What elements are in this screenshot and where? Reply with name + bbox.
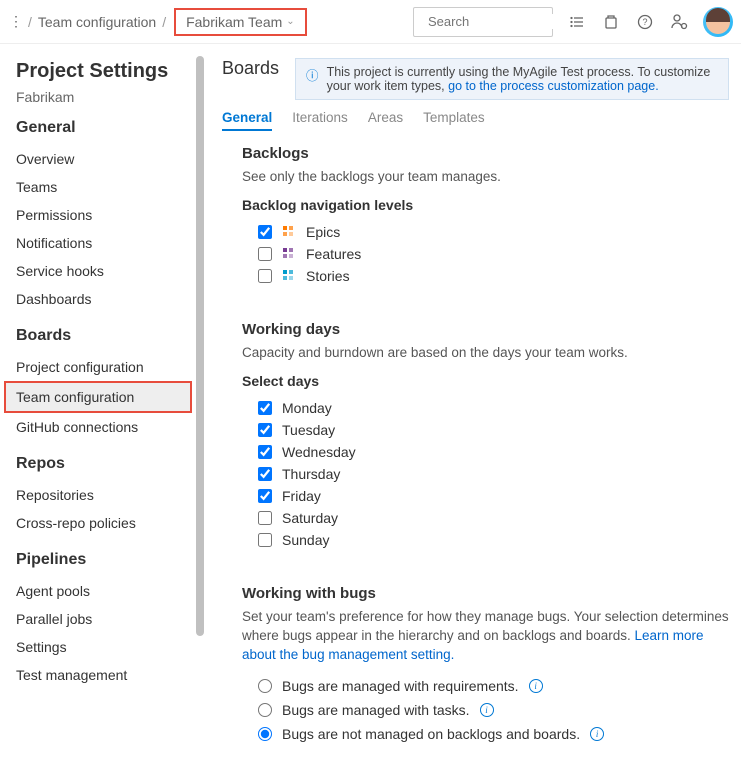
backlog-level-checkbox[interactable] [258,247,272,261]
bug-option-label: Bugs are not managed on backlogs and boa… [282,726,580,742]
nav-dashboards[interactable]: Dashboards [16,285,200,313]
day-label: Monday [282,400,332,416]
bug-option-row: Bugs are not managed on backlogs and boa… [242,722,729,746]
section-boards-head: Boards [16,327,200,345]
nav-project-config[interactable]: Project configuration [16,353,200,381]
info-icon: ⓘ [306,65,319,93]
search-box[interactable] [413,7,553,37]
day-row: Wednesday [242,441,729,463]
day-row: Sunday [242,529,729,551]
backlog-level-row: Epics [242,221,729,243]
day-label: Friday [282,488,321,504]
backlogs-title: Backlogs [242,145,729,162]
bug-option-row: Bugs are managed with requirements. i [242,674,729,698]
day-row: Monday [242,397,729,419]
team-selector-label: Fabrikam Team [186,14,282,30]
bug-option-radio[interactable] [258,679,272,693]
bug-option-row: Bugs are managed with tasks. i [242,698,729,722]
main-content: Boards ⓘ This project is currently using… [204,44,741,783]
section-pipelines-head: Pipelines [16,551,200,569]
page-title: Boards [222,58,279,79]
marketplace-icon[interactable] [601,12,621,32]
backlog-level-label: Features [306,246,361,262]
backlog-level-checkbox[interactable] [258,225,272,239]
day-checkbox[interactable] [258,489,272,503]
user-avatar[interactable] [703,7,733,37]
day-label: Tuesday [282,422,335,438]
day-row: Tuesday [242,419,729,441]
backlog-level-checkbox[interactable] [258,269,272,283]
more-menu-icon[interactable]: ⋮ [8,13,24,30]
info-link[interactable]: go to the process customization page. [448,79,659,93]
backlog-levels-head: Backlog navigation levels [242,197,729,213]
backlog-level-row: Features [242,243,729,265]
nav-overview[interactable]: Overview [16,145,200,173]
help-tooltip-icon[interactable]: i [529,679,543,693]
backlog-level-label: Epics [306,224,340,240]
bug-option-label: Bugs are managed with requirements. [282,678,519,694]
day-row: Friday [242,485,729,507]
nav-test-mgmt[interactable]: Test management [16,661,200,689]
section-repos-head: Repos [16,455,200,473]
svg-text:?: ? [642,17,647,27]
section-general-head: General [16,119,200,137]
day-checkbox[interactable] [258,423,272,437]
breadcrumb-team-config[interactable]: Team configuration [38,14,156,30]
day-checkbox[interactable] [258,511,272,525]
backlog-level-label: Stories [306,268,350,284]
day-checkbox[interactable] [258,445,272,459]
bugs-title: Working with bugs [242,585,729,602]
backlog-level-row: Stories [242,265,729,287]
nav-cross-repo[interactable]: Cross-repo policies [16,509,200,537]
bug-option-radio[interactable] [258,727,272,741]
separator-icon: / [28,14,32,30]
backlogs-desc: See only the backlogs your team manages. [242,168,729,187]
day-row: Saturday [242,507,729,529]
select-days-head: Select days [242,373,729,389]
work-item-icon [282,269,296,283]
nav-permissions[interactable]: Permissions [16,201,200,229]
chevron-down-icon: ⌄ [286,16,294,27]
nav-github-connections[interactable]: GitHub connections [16,413,200,441]
working-days-title: Working days [242,321,729,338]
working-days-desc: Capacity and burndown are based on the d… [242,344,729,363]
sidebar-scrollbar[interactable] [196,56,204,636]
bug-option-label: Bugs are managed with tasks. [282,702,470,718]
bug-option-radio[interactable] [258,703,272,717]
day-checkbox[interactable] [258,401,272,415]
help-tooltip-icon[interactable]: i [480,703,494,717]
project-name[interactable]: Fabrikam [16,89,200,105]
tab-templates[interactable]: Templates [423,110,485,131]
day-checkbox[interactable] [258,467,272,481]
work-item-icon [282,225,296,239]
tab-areas[interactable]: Areas [368,110,403,131]
info-banner: ⓘ This project is currently using the My… [295,58,729,100]
day-label: Sunday [282,532,329,548]
nav-teams[interactable]: Teams [16,173,200,201]
sidebar: Project Settings Fabrikam General Overvi… [0,44,204,783]
help-icon[interactable]: ? [635,12,655,32]
nav-parallel-jobs[interactable]: Parallel jobs [16,605,200,633]
nav-agent-pools[interactable]: Agent pools [16,577,200,605]
tab-general[interactable]: General [222,110,272,131]
sidebar-title: Project Settings [16,60,200,83]
nav-notifications[interactable]: Notifications [16,229,200,257]
team-selector-dropdown[interactable]: Fabrikam Team ⌄ [174,8,307,36]
day-label: Saturday [282,510,338,526]
help-tooltip-icon[interactable]: i [590,727,604,741]
user-settings-icon[interactable] [669,12,689,32]
list-icon[interactable] [567,12,587,32]
separator-icon: / [162,14,166,30]
day-checkbox[interactable] [258,533,272,547]
tab-iterations[interactable]: Iterations [292,110,348,131]
nav-team-config[interactable]: Team configuration [4,381,192,413]
day-label: Thursday [282,466,340,482]
nav-repositories[interactable]: Repositories [16,481,200,509]
nav-settings[interactable]: Settings [16,633,200,661]
nav-service-hooks[interactable]: Service hooks [16,257,200,285]
work-item-icon [282,247,296,261]
day-label: Wednesday [282,444,356,460]
day-row: Thursday [242,463,729,485]
